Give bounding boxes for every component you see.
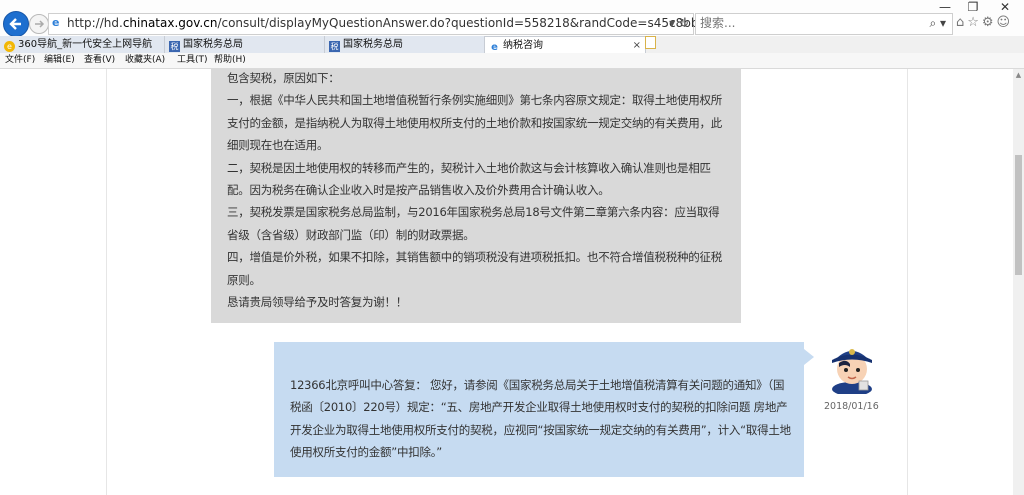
menu-tools[interactable]: 工具(T) <box>177 53 208 68</box>
menu-bar: 文件(F) 编辑(E) 查看(V) 收藏夹(A) 工具(T) 帮助(H) <box>0 53 1024 69</box>
question-line: 四，增值是价外税，如果不扣除，其销售额中的销项税没有进项税抵扣。也不符合增值税税… <box>227 250 722 287</box>
vertical-scrollbar[interactable]: ▲ <box>1013 69 1024 495</box>
tab-bar: e 360导航_新一代安全上网导航 税国家税务总局 税国家税务总局 e 纳税咨询 × <box>0 36 1024 54</box>
scroll-up-icon[interactable]: ▲ <box>1015 71 1022 79</box>
menu-file[interactable]: 文件(F) <box>5 53 35 68</box>
question-line: 包含契税，原因如下： <box>227 71 340 85</box>
answer-bubble-pointer <box>804 349 814 365</box>
answer-text: 12366北京呼叫中心答复： 您好，请参阅《国家税务总局关于土地增值税清算有关问… <box>290 378 791 460</box>
forward-button[interactable] <box>29 14 49 34</box>
refresh-icon[interactable]: ▾ ↻ <box>669 16 689 30</box>
tab-tax-1[interactable]: 税国家税务总局 <box>165 36 325 53</box>
question-bubble: 包含契税，原因如下： 一，根据《中华人民共和国土地增值税暂行条例实施细则》第七条… <box>211 69 741 323</box>
restore-button[interactable]: ❐ <box>958 0 988 14</box>
360-icon: e <box>4 41 15 52</box>
forward-arrow-icon <box>35 20 45 28</box>
back-button[interactable] <box>3 11 29 37</box>
tax-logo-icon: 税 <box>329 41 340 52</box>
scroll-thumb[interactable] <box>1015 155 1022 275</box>
answer-bubble: 12366北京呼叫中心答复： 您好，请参阅《国家税务总局关于土地增值税清算有关问… <box>274 342 804 477</box>
menu-favorites[interactable]: 收藏夹(A) <box>125 53 165 68</box>
search-box[interactable]: ⌕ ▾ <box>695 13 953 35</box>
question-line: 恳请贵局领导给予及时答复为谢！！ <box>227 295 407 310</box>
ie-page-icon: e <box>52 16 60 29</box>
question-line: 一，根据《中华人民共和国土地增值税暂行条例实施细则》第七条内容原文规定：取得土地… <box>227 93 722 153</box>
answer-date: 2018/01/16 <box>824 401 879 412</box>
page-content: 包含契税，原因如下： 一，根据《中华人民共和国土地增值税暂行条例实施细则》第七条… <box>0 69 1013 495</box>
tax-logo-icon: 税 <box>169 41 180 52</box>
tax-officer-avatar-icon <box>832 349 872 394</box>
tab-360[interactable]: e 360导航_新一代安全上网导航 <box>0 36 165 53</box>
new-tab-button[interactable] <box>645 36 659 53</box>
url-text[interactable]: http://hd.chinatax.gov.cn/consult/displa… <box>67 16 705 30</box>
question-line: 三，契税发票是国家税务总局监制，与2016年国家税务总局18号文件第二章第六条内… <box>227 205 720 242</box>
ie-icon: e <box>491 42 498 53</box>
minimize-button[interactable]: — <box>930 0 960 14</box>
search-icon[interactable]: ⌕ ▾ <box>929 16 946 31</box>
content-border-left <box>106 69 107 495</box>
menu-help[interactable]: 帮助(H) <box>214 53 246 68</box>
content-border-right <box>907 69 908 495</box>
tab-tax-2[interactable]: 税国家税务总局 <box>325 36 485 53</box>
tab-consult-active[interactable]: e 纳税咨询 × <box>484 36 646 54</box>
menu-edit[interactable]: 编辑(E) <box>44 53 75 68</box>
menu-view[interactable]: 查看(V) <box>84 53 115 68</box>
home-favorites-settings-icons[interactable]: ⌂☆⚙☺ <box>956 15 1013 30</box>
search-input[interactable] <box>700 16 910 30</box>
new-tab-icon <box>645 36 656 49</box>
close-tab-icon[interactable]: × <box>633 37 641 54</box>
address-bar-area: e http://hd.chinatax.gov.cn/consult/disp… <box>0 0 1024 37</box>
question-text: 包含契税，原因如下： 一，根据《中华人民共和国土地增值税暂行条例实施细则》第七条… <box>227 69 729 313</box>
question-line: 二，契税是因土地使用权的转移而产生的，契税计入土地价款这与会计核算收入确认准则也… <box>227 160 711 198</box>
back-arrow-icon <box>9 18 21 30</box>
close-window-button[interactable]: ✕ <box>990 0 1020 14</box>
url-field[interactable]: e http://hd.chinatax.gov.cn/consult/disp… <box>48 13 705 35</box>
